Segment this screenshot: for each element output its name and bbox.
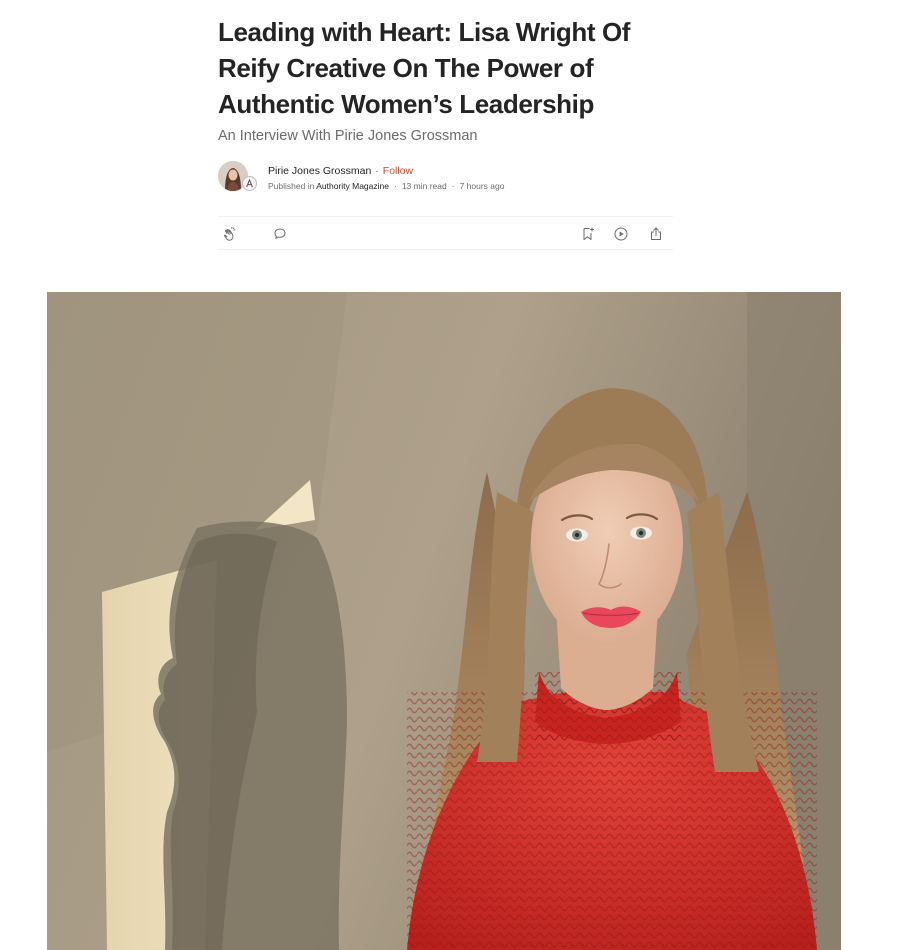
comment-icon[interactable] — [272, 226, 288, 242]
published-prefix: Published in — [268, 181, 315, 191]
bookmark-add-icon[interactable] — [580, 226, 596, 242]
article-subtitle: An Interview With Pirie Jones Grossman — [218, 128, 478, 144]
hero-image — [47, 292, 841, 950]
meta-separator: · — [393, 181, 397, 191]
article-title: Leading with Heart: Lisa Wright Of Reify… — [218, 17, 631, 119]
meta-line: Published in Authority Magazine · 13 min r… — [268, 181, 504, 192]
clap-icon[interactable] — [222, 226, 238, 242]
share-icon[interactable] — [648, 226, 664, 242]
publication-badge-icon[interactable] — [242, 176, 257, 191]
posted-time: 7 hours ago — [459, 181, 505, 191]
author-name-link[interactable]: Pirie Jones Grossman — [268, 165, 371, 177]
portrait-photo — [47, 292, 841, 950]
read-time: 13 min read — [401, 181, 447, 191]
action-bar — [218, 216, 673, 250]
byline-separator: · — [375, 165, 379, 177]
author-line: Pirie Jones Grossman · Follow — [268, 165, 413, 178]
meta-separator: · — [451, 181, 455, 191]
play-icon[interactable] — [613, 226, 629, 242]
publication-link[interactable]: Authority Magazine — [316, 181, 389, 191]
byline: Pirie Jones Grossman · Follow Published in… — [218, 158, 673, 194]
follow-button[interactable]: Follow — [383, 165, 413, 177]
